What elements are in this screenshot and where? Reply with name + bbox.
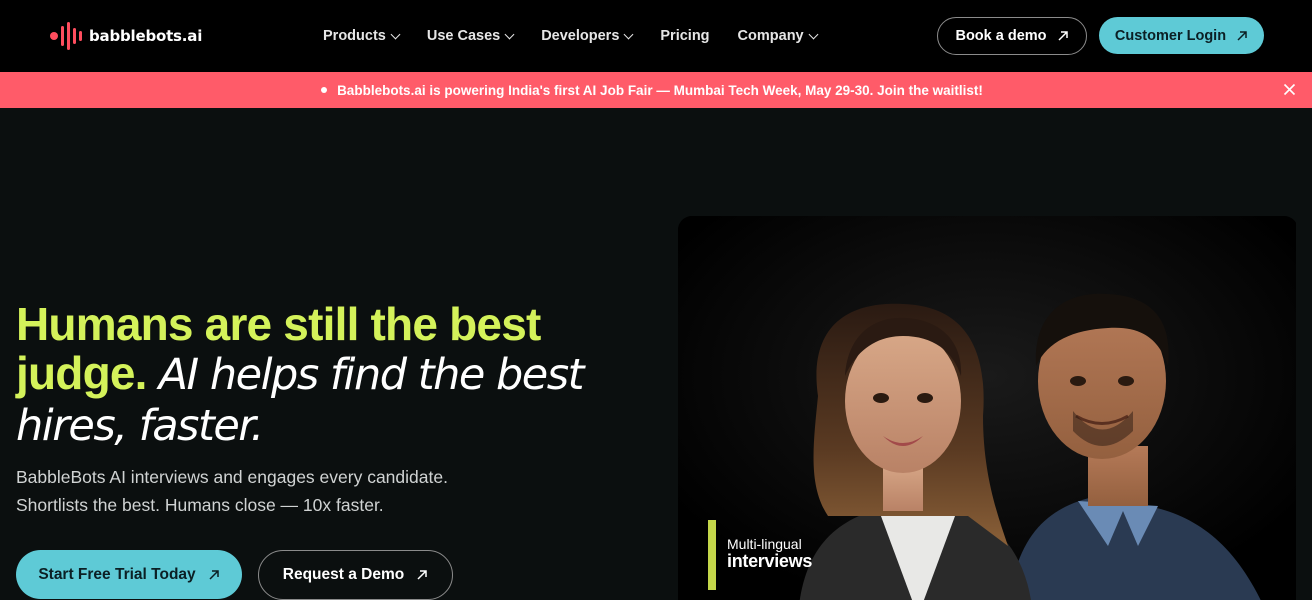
arrow-up-right-icon — [416, 569, 428, 581]
nav-item-label: Products — [323, 28, 386, 44]
bullet-icon — [321, 87, 328, 93]
nav-item-pricing[interactable]: Pricing — [660, 28, 709, 44]
chevron-down-icon — [390, 29, 401, 39]
nav-item-label: Pricing — [660, 28, 710, 44]
book-demo-label: Book a demo — [955, 28, 1047, 44]
arrow-up-right-icon — [208, 569, 220, 581]
start-free-trial-button[interactable]: Start Free Trial Today — [16, 550, 242, 599]
main-menu: Products Use Cases Developers Pricing Co… — [323, 24, 845, 48]
subtitle-line-1: BabbleBots AI interviews and engages eve… — [16, 467, 448, 487]
close-icon[interactable] — [1283, 83, 1296, 96]
announcement-banner[interactable]: Babblebots.ai is powering India's first … — [0, 72, 1312, 108]
nav-item-company[interactable]: Company — [737, 28, 819, 44]
hero-headline: Humans are still the best judge. AI help… — [16, 300, 616, 451]
brand-name: babblebots.ai — [89, 27, 203, 45]
subtitle-line-2: Shortlists the best. Humans close — 10x … — [16, 495, 384, 515]
banner-text: Babblebots.ai is powering India's first … — [337, 82, 983, 98]
caption-text: Multi-lingual interviews — [716, 520, 812, 590]
chevron-down-icon — [623, 29, 634, 39]
chevron-down-icon — [504, 29, 515, 39]
media-caption: Multi-lingual interviews — [708, 520, 812, 590]
banner-content: Babblebots.ai is powering India's first … — [321, 83, 983, 98]
request-demo-button[interactable]: Request a Demo — [258, 550, 453, 600]
start-free-trial-label: Start Free Trial Today — [38, 565, 196, 583]
arrow-up-right-icon — [1236, 30, 1248, 42]
customer-login-button[interactable]: Customer Login — [1099, 17, 1264, 54]
hero-subtitle: BabbleBots AI interviews and engages eve… — [16, 463, 536, 519]
caption-accent-bar — [708, 520, 716, 590]
brand-logo[interactable]: babblebots.ai — [50, 22, 202, 50]
arrow-up-right-icon — [1057, 30, 1069, 42]
request-demo-label: Request a Demo — [282, 566, 405, 583]
nav-item-label: Developers — [541, 28, 620, 44]
customer-login-label: Customer Login — [1114, 27, 1227, 44]
nav-item-label: Use Cases — [426, 28, 501, 44]
top-navbar: babblebots.ai Products Use Cases Develop… — [0, 0, 1312, 72]
logo-icon — [50, 22, 82, 50]
nav-item-use-cases[interactable]: Use Cases — [426, 28, 515, 44]
hero-media-card: Multi-lingual interviews — [678, 216, 1298, 600]
caption-line-2: interviews — [727, 551, 813, 571]
page-scrollbar[interactable] — [1296, 108, 1312, 600]
book-demo-button[interactable]: Book a demo — [937, 17, 1087, 55]
nav-item-products[interactable]: Products — [323, 28, 401, 44]
nav-item-label: Company — [737, 28, 804, 44]
chevron-down-icon — [808, 29, 819, 39]
nav-item-developers[interactable]: Developers — [541, 28, 634, 44]
